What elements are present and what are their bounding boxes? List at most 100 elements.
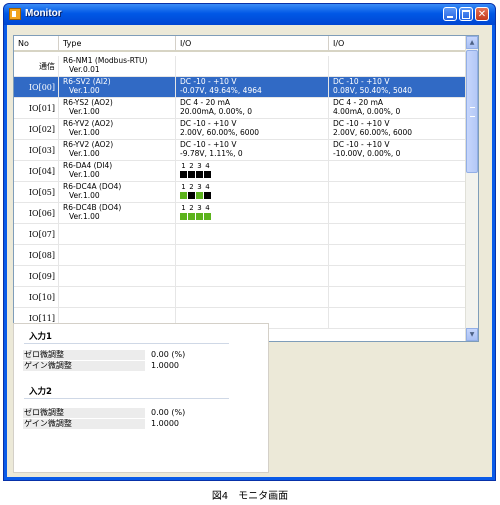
row-no: 通信 <box>14 56 59 76</box>
table-row[interactable]: IO[09] <box>14 266 467 287</box>
column-header-no[interactable]: No <box>14 36 59 52</box>
table-row[interactable]: IO[10] <box>14 287 467 308</box>
param-row: ゼロ微調整 0.00 (%) <box>23 408 255 418</box>
row-io-1: 1234 <box>176 161 329 181</box>
bit-labels: 1234 <box>180 183 328 191</box>
row-io-2 <box>329 161 467 181</box>
maximize-button[interactable] <box>459 7 473 21</box>
table-row[interactable]: IO[06] R6-DC4B (DO4) Ver.1.00 1 2 3 4 <box>14 203 467 224</box>
grid-header: No Type I/O I/O <box>14 36 478 53</box>
bit-indicator <box>180 213 187 220</box>
module-name: R6-YV2 (AO2) <box>63 119 114 128</box>
table-row[interactable]: IO[00] R6-SV2 (AI2) Ver.1.00 DC -10 - +10 V… <box>14 77 467 98</box>
row-no: IO[01] <box>14 98 59 118</box>
row-no: IO[08] <box>14 245 59 265</box>
bit-labels: 1234 <box>180 204 328 212</box>
row-io-1 <box>176 245 329 265</box>
close-icon: ✕ <box>477 8 487 20</box>
io2-value: 2.00V, 60.00%, 6000 <box>333 128 413 137</box>
minimize-button[interactable] <box>443 7 457 21</box>
module-name: R6-SV2 (AI2) <box>63 77 111 86</box>
bit-indicator <box>180 192 187 199</box>
row-io-1: DC 4 - 20 mA 20.00mA, 0.00%, 0 <box>176 98 329 118</box>
table-row[interactable]: 通信 R6-NM1 (Modbus-RTU) Ver.0.01 <box>14 56 467 77</box>
module-version: Ver.1.00 <box>69 212 100 221</box>
table-row[interactable]: IO[03] R6-YV2 (AO2) Ver.1.00 DC -10 - +10 V… <box>14 140 467 161</box>
row-io-2 <box>329 56 467 76</box>
bit-indicator <box>180 171 187 178</box>
arrow-down-icon: ▼ <box>469 331 475 338</box>
bit-label: 1 <box>181 162 186 170</box>
row-io-2 <box>329 245 467 265</box>
table-row[interactable]: IO[02] R6-YV2 (AO2) Ver.1.00 DC -10 - +10 V… <box>14 119 467 140</box>
row-io-1 <box>176 224 329 244</box>
table-row[interactable]: IO[05] R6-DC4A (DO4) Ver.1.00 1 2 3 4 <box>14 182 467 203</box>
table-row[interactable]: IO[07] <box>14 224 467 245</box>
row-no: IO[07] <box>14 224 59 244</box>
section-divider <box>24 343 229 344</box>
bit-label: 4 <box>205 162 210 170</box>
bit-indicator <box>196 213 203 220</box>
scrollbar-thumb[interactable] <box>466 50 478 173</box>
bit-indicator <box>196 192 203 199</box>
param-label: ゼロ微調整 <box>23 350 145 360</box>
bit-indicator <box>196 171 203 178</box>
module-version: Ver.0.01 <box>69 65 100 74</box>
module-version: Ver.1.00 <box>69 128 100 137</box>
row-no: IO[02] <box>14 119 59 139</box>
row-no: IO[04] <box>14 161 59 181</box>
param-value[interactable]: 0.00 (%) <box>151 408 185 418</box>
row-io-1: 1234 <box>176 203 329 223</box>
module-name: R6-DC4A (DO4) <box>63 182 122 191</box>
io2-range: DC -10 - +10 V <box>333 140 390 149</box>
row-io-2 <box>329 203 467 223</box>
param-value[interactable]: 1.0000 <box>151 361 179 371</box>
param-value[interactable]: 0.00 (%) <box>151 350 185 360</box>
parameter-panel: 入力1 ゼロ微調整 0.00 (%) ゲイン微調整 1.0000 入力2 ゼロ微… <box>13 323 269 473</box>
row-io-2 <box>329 224 467 244</box>
title-bar[interactable]: Monitor ✕ <box>4 4 495 25</box>
vertical-scrollbar[interactable]: ▲ ▼ <box>465 36 478 341</box>
module-version: Ver.1.00 <box>69 191 100 200</box>
bit-label: 2 <box>189 162 194 170</box>
io1-value: -0.07V, 49.64%, 4964 <box>180 86 262 95</box>
figure-caption: 図4 モニタ画面 <box>211 491 289 502</box>
param-label: ゼロ微調整 <box>23 408 145 418</box>
io2-range: DC -10 - +10 V <box>333 119 390 128</box>
column-header-io-1[interactable]: I/O <box>176 36 329 52</box>
module-name: R6-YS2 (AO2) <box>63 98 113 107</box>
row-io-2 <box>329 308 467 328</box>
column-header-io-2[interactable]: I/O <box>329 36 467 52</box>
bit-indicator <box>204 192 211 199</box>
module-name: R6-NM1 (Modbus-RTU) <box>63 56 148 65</box>
param-value[interactable]: 1.0000 <box>151 419 179 429</box>
section-divider <box>24 398 229 399</box>
table-row[interactable]: IO[08] <box>14 245 467 266</box>
row-io-2 <box>329 266 467 286</box>
scroll-down-button[interactable]: ▼ <box>466 328 478 341</box>
row-io-1: 1234 <box>176 182 329 202</box>
scroll-up-button[interactable]: ▲ <box>466 36 478 49</box>
io2-value: 4.00mA, 0.00%, 0 <box>333 107 401 116</box>
bit-label: 2 <box>189 204 194 212</box>
row-io-2 <box>329 287 467 307</box>
column-header-type[interactable]: Type <box>59 36 176 52</box>
row-type <box>59 287 176 307</box>
row-io-1: DC -10 - +10 V 2.00V, 60.00%, 6000 <box>176 119 329 139</box>
row-type: R6-DC4B (DO4) Ver.1.00 <box>59 203 176 223</box>
monitor-window: Monitor ✕ No Type I/O I/O 通信 R6-NM1 (Modb… <box>3 3 496 481</box>
window-title: Monitor <box>25 8 62 19</box>
bit-indicator <box>204 213 211 220</box>
bit-labels: 1234 <box>180 162 328 170</box>
io-grid[interactable]: No Type I/O I/O 通信 R6-NM1 (Modbus-RTU) Ver… <box>13 35 479 342</box>
row-type <box>59 266 176 286</box>
table-row[interactable]: IO[04] R6-DA4 (DI4) Ver.1.00 1 2 3 4 <box>14 161 467 182</box>
bit-label: 3 <box>197 204 202 212</box>
table-row[interactable]: IO[01] R6-YS2 (AO2) Ver.1.00 DC 4 - 20 mA 20… <box>14 98 467 119</box>
param-label: ゲイン微調整 <box>23 361 145 371</box>
close-button[interactable]: ✕ <box>475 7 489 21</box>
bit-indicators <box>180 192 328 199</box>
io2-range: DC -10 - +10 V <box>333 77 390 86</box>
section-title: 入力2 <box>29 387 52 397</box>
io1-range: DC -10 - +10 V <box>180 77 237 86</box>
